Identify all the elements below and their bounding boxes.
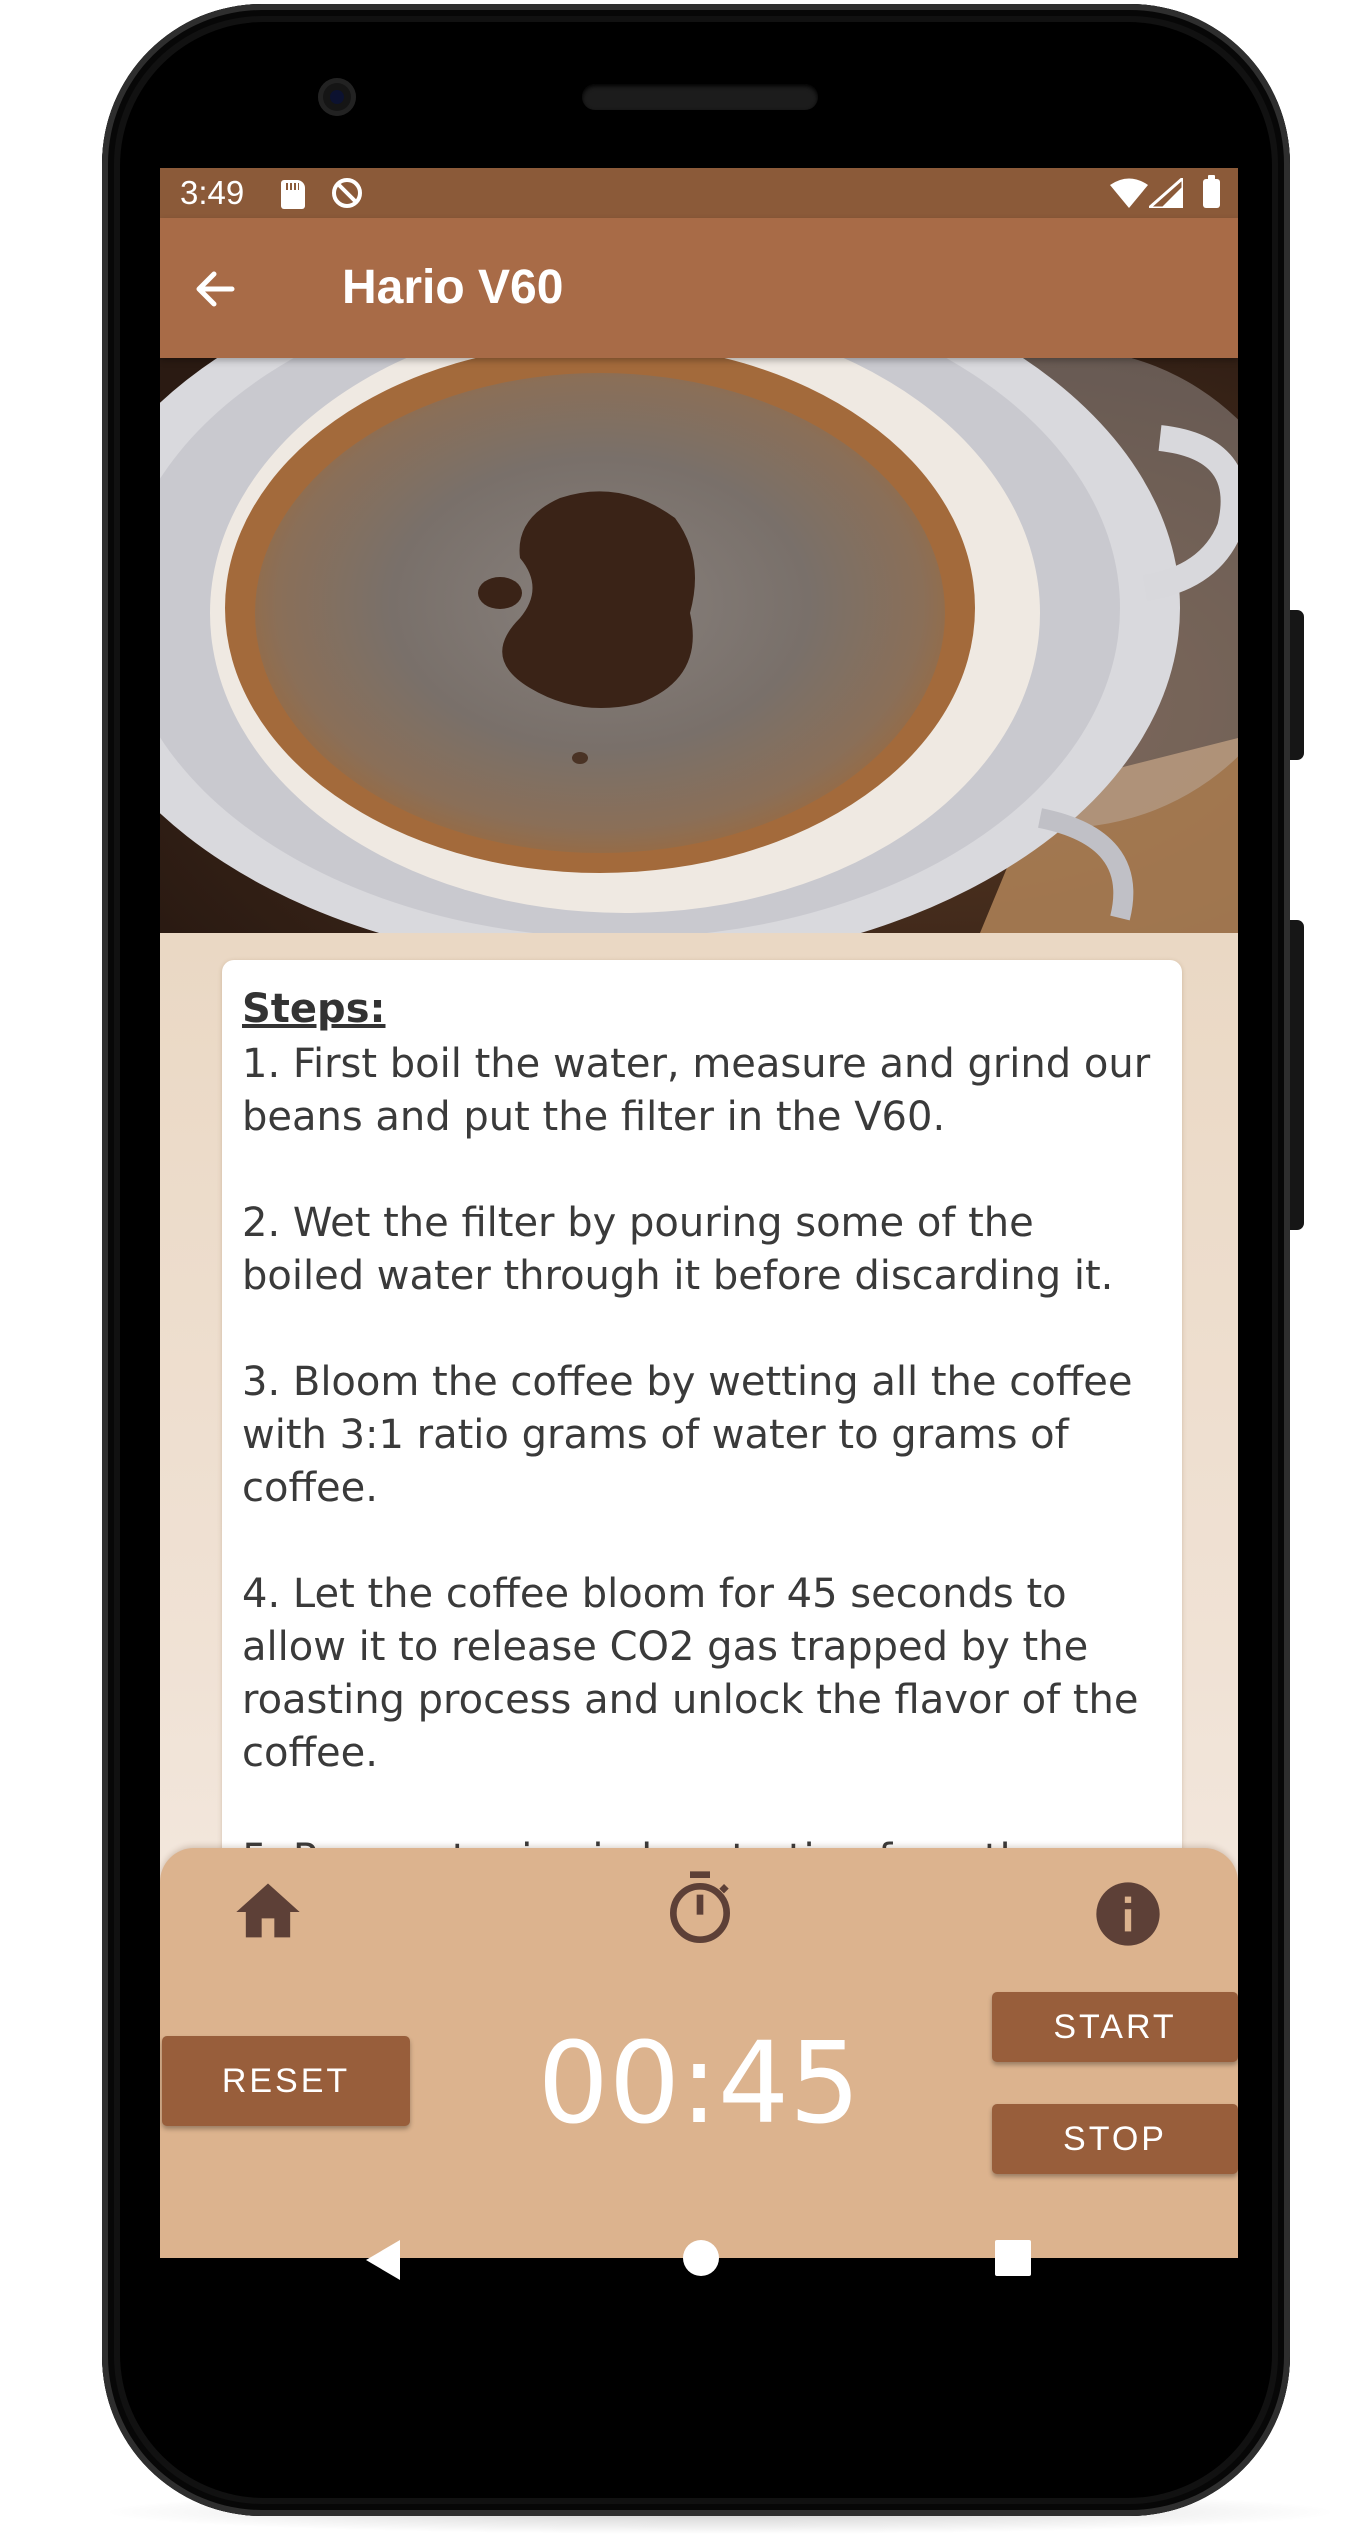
step-item: 3. Bloom the coffee by wetting all the c… <box>242 1359 1133 1511</box>
stop-button[interactable]: STOP <box>992 2104 1238 2174</box>
status-bar: 3:49 <box>160 168 1238 218</box>
home-circle-icon[interactable] <box>683 2240 719 2276</box>
step-item: 2. Wet the filter by pouring some of the… <box>242 1200 1114 1299</box>
volume-button <box>1290 920 1304 1230</box>
recents-square-icon[interactable] <box>995 2240 1031 2276</box>
power-button <box>1290 610 1304 760</box>
app-bar: Hario V60 <box>160 218 1238 358</box>
home-icon[interactable] <box>230 1874 306 1950</box>
arrow-back-icon[interactable] <box>190 264 240 314</box>
back-triangle-icon[interactable] <box>366 2240 402 2280</box>
status-time: 3:49 <box>180 174 245 211</box>
hero-image <box>160 358 1238 933</box>
step-item: 1. First boil the water, measure and gri… <box>242 1041 1151 1140</box>
step-item: 4. Let the coffee bloom for 45 seconds t… <box>242 1571 1139 1776</box>
wifi-icon <box>1110 178 1148 208</box>
front-camera <box>318 78 356 116</box>
sd-card-icon <box>281 180 305 209</box>
cell-signal-icon <box>1149 178 1183 208</box>
start-button[interactable]: START <box>992 1992 1238 2062</box>
earpiece-speaker <box>582 84 818 110</box>
timer-icon[interactable] <box>660 1868 740 1948</box>
info-icon[interactable] <box>1090 1876 1166 1952</box>
app-screen: 3:49 Hario V60 Steps: 1. First boil the … <box>160 168 1238 2258</box>
battery-icon <box>1203 175 1220 208</box>
steps-heading: Steps: <box>242 986 386 1032</box>
do-not-disturb-icon <box>332 178 362 208</box>
page-title: Hario V60 <box>342 261 564 314</box>
steps-list: 1. First boil the water, measure and gri… <box>242 1038 1167 1939</box>
